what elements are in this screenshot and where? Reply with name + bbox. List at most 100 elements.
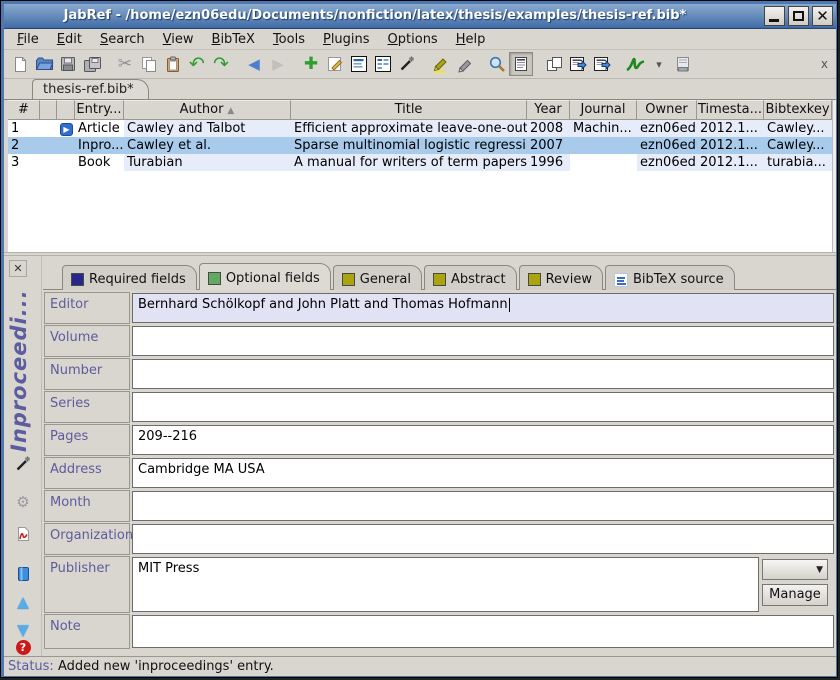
tab-bibtex-source[interactable]: BibTeX source — [605, 265, 735, 290]
mark-entries-icon[interactable] — [428, 52, 452, 76]
table-cell[interactable] — [40, 154, 57, 171]
undo-icon[interactable]: ↶ — [185, 52, 209, 76]
column-header-bibtexkey[interactable]: Bibtexkey — [764, 100, 832, 120]
column-header-num[interactable]: # — [8, 100, 40, 120]
menu-options[interactable]: Options — [379, 31, 447, 48]
database-tab[interactable]: thesis-ref.bib* — [32, 79, 149, 99]
menu-file[interactable]: File — [8, 31, 48, 48]
table-cell[interactable]: ▶ — [57, 120, 75, 137]
field-input-organization[interactable] — [132, 524, 834, 554]
help-icon[interactable]: ? — [13, 637, 33, 657]
tab-abstract[interactable]: Abstract — [424, 265, 517, 290]
tab-review[interactable]: Review — [519, 265, 603, 290]
toggle-preview-icon[interactable] — [509, 52, 533, 76]
new-entry-icon[interactable]: ✚ — [299, 52, 323, 76]
entry-file-icon[interactable]: ▶ — [60, 123, 73, 136]
column-header-author[interactable]: Author▲ — [124, 100, 291, 120]
table-cell[interactable] — [40, 120, 57, 137]
field-input-number[interactable] — [132, 359, 834, 389]
menu-bibtex[interactable]: BibTeX — [203, 31, 264, 48]
field-input-series[interactable] — [132, 392, 834, 422]
table-cell[interactable]: Efficient approximate leave-one-out... — [291, 120, 527, 137]
save-all-icon[interactable] — [80, 52, 104, 76]
field-input-publisher[interactable]: MIT Press — [132, 557, 759, 612]
open-file-icon[interactable] — [32, 52, 56, 76]
search-icon[interactable] — [485, 52, 509, 76]
edit-strings-icon[interactable] — [371, 52, 395, 76]
tab-optional-fields[interactable]: Optional fields — [199, 263, 331, 290]
table-row[interactable]: 3 BookTurabianA manual for writers of ter… — [8, 154, 832, 171]
toolbar-close-x[interactable]: x — [821, 57, 828, 71]
table-cell[interactable] — [57, 154, 75, 171]
field-input-note[interactable] — [132, 615, 834, 648]
table-cell[interactable] — [57, 137, 75, 154]
table-cell[interactable]: 1996 — [527, 154, 570, 171]
publisher-combo-box[interactable]: ▼ — [762, 559, 828, 580]
entry-editor-close-button[interactable]: ✕ — [9, 260, 27, 277]
save-file-icon[interactable] — [56, 52, 80, 76]
menu-tools[interactable]: Tools — [264, 31, 314, 48]
table-cell[interactable]: Article — [75, 120, 124, 137]
table-cell[interactable]: 3 — [8, 154, 40, 171]
column-header-year[interactable]: Year — [527, 100, 570, 120]
field-input-editor[interactable]: Bernhard Schölkopf and John Platt and Th… — [132, 293, 834, 323]
unmark-entries-icon[interactable] — [452, 52, 476, 76]
new-file-icon[interactable] — [8, 52, 32, 76]
table-cell[interactable]: Sparse multinomial logistic regressi... — [291, 137, 527, 154]
menu-help[interactable]: Help — [447, 31, 495, 48]
column-header-owner[interactable]: Owner — [637, 100, 697, 120]
table-cell[interactable]: Machin... — [570, 120, 637, 137]
menu-edit[interactable]: Edit — [48, 31, 91, 48]
export-icon[interactable] — [671, 52, 695, 76]
column-header-title[interactable]: Title — [291, 100, 527, 120]
minimize-button[interactable] — [764, 6, 785, 26]
tab-required-fields[interactable]: Required fields — [62, 265, 197, 290]
table-cell[interactable]: ezn06edu — [637, 137, 697, 154]
push-to-lyx-icon[interactable] — [623, 52, 647, 76]
column-header-icon[interactable] — [40, 100, 57, 120]
edit-entry-icon[interactable] — [323, 52, 347, 76]
menu-plugins[interactable]: Plugins — [314, 31, 379, 48]
push-dropdown-arrow-icon[interactable]: ▾ — [647, 52, 671, 76]
table-cell[interactable] — [570, 137, 637, 154]
table-row[interactable]: 2 Inpro...Cawley et al.Sparse multinomial… — [8, 137, 832, 154]
table-cell[interactable]: Book — [75, 154, 124, 171]
column-header-icon[interactable] — [57, 100, 75, 120]
edit-preamble-icon[interactable] — [347, 52, 371, 76]
table-cell[interactable]: A manual for writers of term papers... — [291, 154, 527, 171]
table-cell[interactable]: 2 — [8, 137, 40, 154]
cut-icon[interactable]: ✂ — [113, 52, 137, 76]
tab-general[interactable]: General — [333, 265, 422, 290]
title-bar[interactable]: JabRef - /home/ezn06edu/Documents/nonfic… — [4, 4, 836, 29]
menu-view[interactable]: View — [154, 31, 203, 48]
column-header-timesta[interactable]: Timesta... — [697, 100, 764, 120]
copy-icon[interactable] — [137, 52, 161, 76]
column-header-entry[interactable]: Entry... — [75, 100, 124, 120]
table-cell[interactable]: 2012.1... — [697, 154, 764, 171]
table-cell[interactable] — [570, 154, 637, 171]
table-row[interactable]: 1▶ArticleCawley and TalbotEfficient appr… — [8, 120, 832, 137]
autogenerate-keys-wand-icon[interactable] — [395, 52, 419, 76]
maximize-button[interactable] — [788, 6, 809, 26]
back-icon[interactable]: ◀ — [242, 52, 266, 76]
column-header-journal[interactable]: Journal — [570, 100, 637, 120]
table-cell[interactable]: ezn06edu — [637, 120, 697, 137]
table-cell[interactable]: 2012.1... — [697, 137, 764, 154]
open-pdf-icon[interactable] — [13, 524, 33, 544]
menu-search[interactable]: Search — [91, 31, 154, 48]
table-cell[interactable] — [40, 137, 57, 154]
table-scrollbar[interactable] — [832, 100, 836, 252]
field-input-address[interactable]: Cambridge MA USA — [132, 458, 834, 488]
table-cell[interactable]: Inpro... — [75, 137, 124, 154]
table-cell[interactable]: 2007 — [527, 137, 570, 154]
settings-gear-icon[interactable]: ⚙ — [13, 492, 33, 512]
table-cell[interactable]: Turabian — [124, 154, 291, 171]
forward-icon[interactable]: ▶ — [266, 52, 290, 76]
generate-key-wand-icon[interactable] — [13, 454, 33, 474]
close-button[interactable]: ✕ — [812, 6, 833, 26]
push-to-application-icon[interactable] — [566, 52, 590, 76]
table-cell[interactable]: Cawley... — [764, 137, 832, 154]
field-input-volume[interactable] — [132, 326, 834, 356]
table-cell[interactable]: Cawley and Talbot — [124, 120, 291, 137]
table-cell[interactable]: Cawley et al. — [124, 137, 291, 154]
